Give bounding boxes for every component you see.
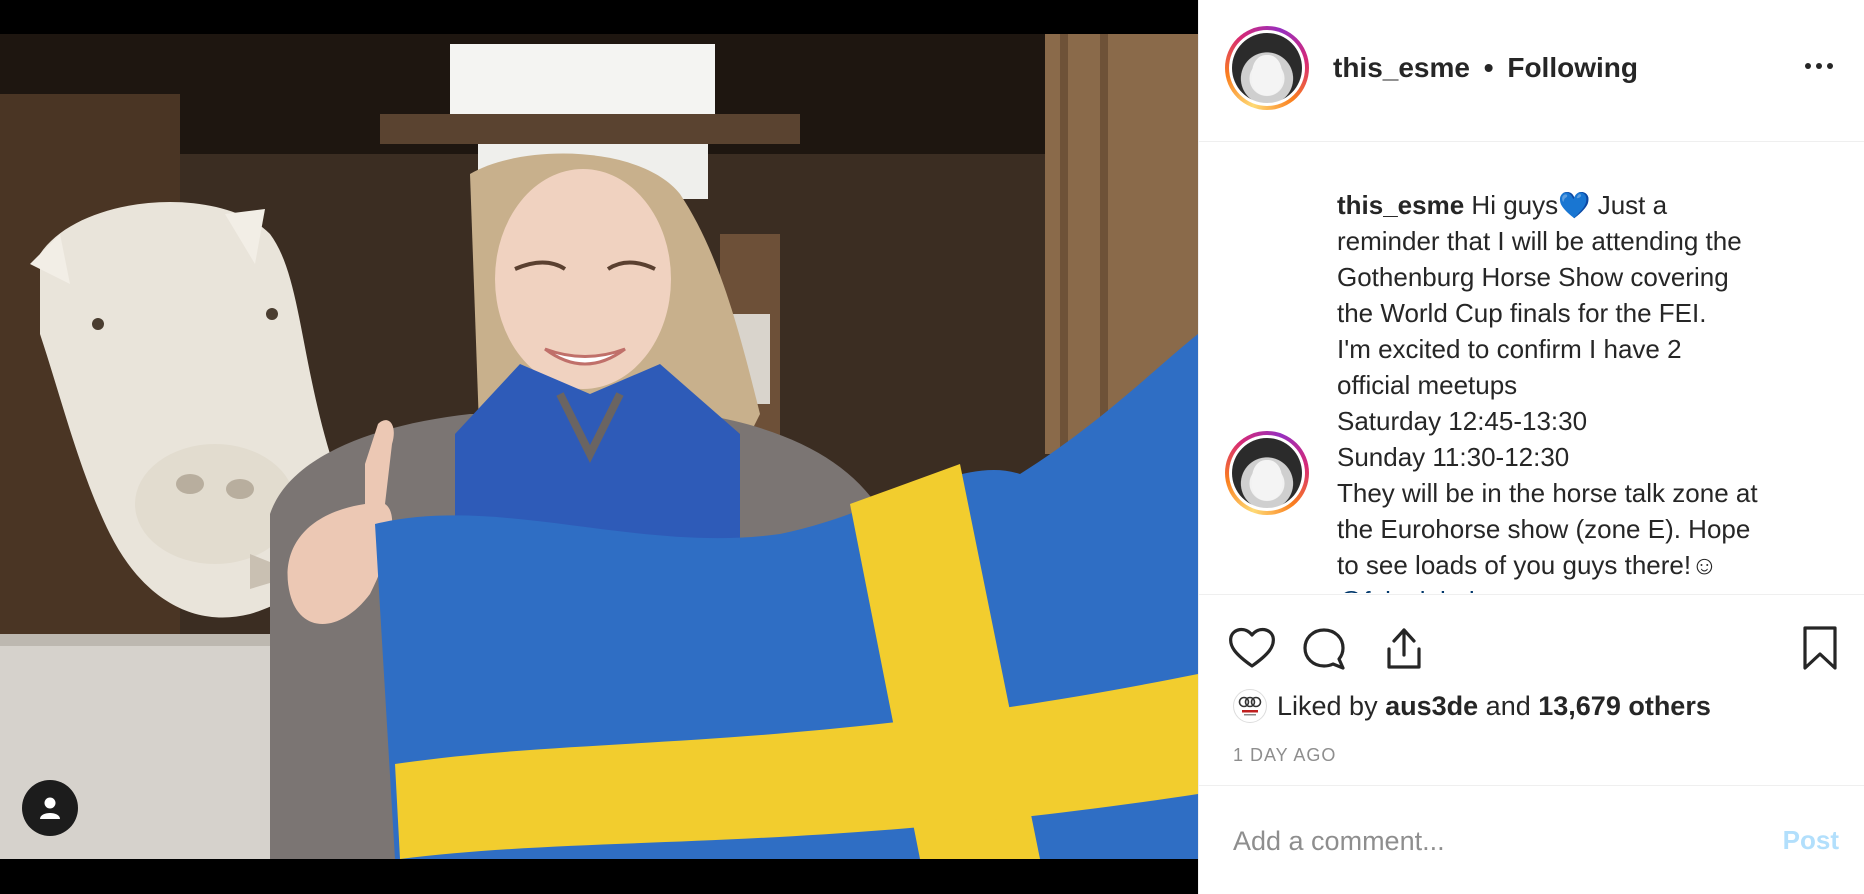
- liker-logo-icon: [1238, 696, 1262, 716]
- share-icon[interactable]: [1377, 621, 1431, 675]
- caption-avatar[interactable]: [1225, 431, 1309, 515]
- post-timestamp[interactable]: 1 DAY AGO: [1233, 745, 1336, 766]
- caption-line: reminder that I will be attending the: [1337, 226, 1742, 256]
- caption-username-link[interactable]: this_esme: [1337, 190, 1464, 220]
- post-header: this_esme • Following: [1199, 0, 1864, 142]
- post-side-panel: this_esme • Following this_esme Hi guys💙…: [1198, 0, 1864, 894]
- header-avatar[interactable]: [1225, 26, 1309, 110]
- header-user-line: this_esme • Following: [1333, 52, 1638, 84]
- comment-box: Post: [1199, 787, 1864, 894]
- comment-input[interactable]: [1233, 821, 1733, 861]
- photo-illustration: [0, 34, 1198, 859]
- caption-line: official meetups: [1337, 370, 1518, 400]
- caption-line: Sunday 11:30-12:30: [1337, 442, 1570, 472]
- caption-text: this_esme Hi guys💙 Just a reminder that …: [1337, 187, 1817, 593]
- person-icon: [40, 797, 60, 819]
- bookmark-icon[interactable]: [1793, 621, 1847, 675]
- post-actions: Liked by aus3de and 13,679 others 1 DAY …: [1199, 594, 1864, 786]
- caption-line: the Eurohorse show (zone E). Hope: [1337, 514, 1751, 544]
- following-button[interactable]: Following: [1507, 52, 1638, 83]
- caption-line: I'm excited to confirm I have 2: [1337, 334, 1682, 364]
- caption-section: this_esme Hi guys💙 Just a reminder that …: [1199, 143, 1864, 593]
- caption-line: Saturday 12:45-13:30: [1337, 406, 1588, 436]
- likes-others-link[interactable]: 13,679 others: [1538, 691, 1711, 722]
- likes-summary: Liked by aus3de and 13,679 others: [1233, 689, 1711, 723]
- header-separator: •: [1483, 52, 1494, 83]
- post-photo: [0, 34, 1198, 859]
- caption-mention-link[interactable]: @fei_global: [1337, 583, 1817, 593]
- more-options-icon[interactable]: [1805, 56, 1839, 76]
- header-username-link[interactable]: this_esme: [1333, 52, 1470, 83]
- liker-username-link[interactable]: aus3de: [1385, 691, 1478, 722]
- comment-icon[interactable]: [1297, 621, 1351, 675]
- post-comment-button[interactable]: Post: [1783, 825, 1839, 856]
- avatar-image: [1232, 438, 1302, 508]
- caption-line: to see loads of you guys there!☺: [1337, 550, 1718, 580]
- liker-avatar[interactable]: [1233, 689, 1267, 723]
- caption-line: this_esme Hi guys💙 Just a: [1337, 190, 1668, 220]
- avatar-image: [1232, 33, 1302, 103]
- caption-line: the World Cup finals for the FEI.: [1337, 298, 1707, 328]
- post-media[interactable]: [0, 0, 1198, 894]
- caption-line: They will be in the horse talk zone at: [1337, 478, 1758, 508]
- likes-connector: and: [1485, 690, 1531, 721]
- tagged-people-button[interactable]: [22, 780, 78, 836]
- caption-line: Gothenburg Horse Show covering: [1337, 262, 1729, 292]
- heart-icon[interactable]: [1225, 621, 1279, 675]
- likes-prefix: Liked by: [1277, 690, 1378, 721]
